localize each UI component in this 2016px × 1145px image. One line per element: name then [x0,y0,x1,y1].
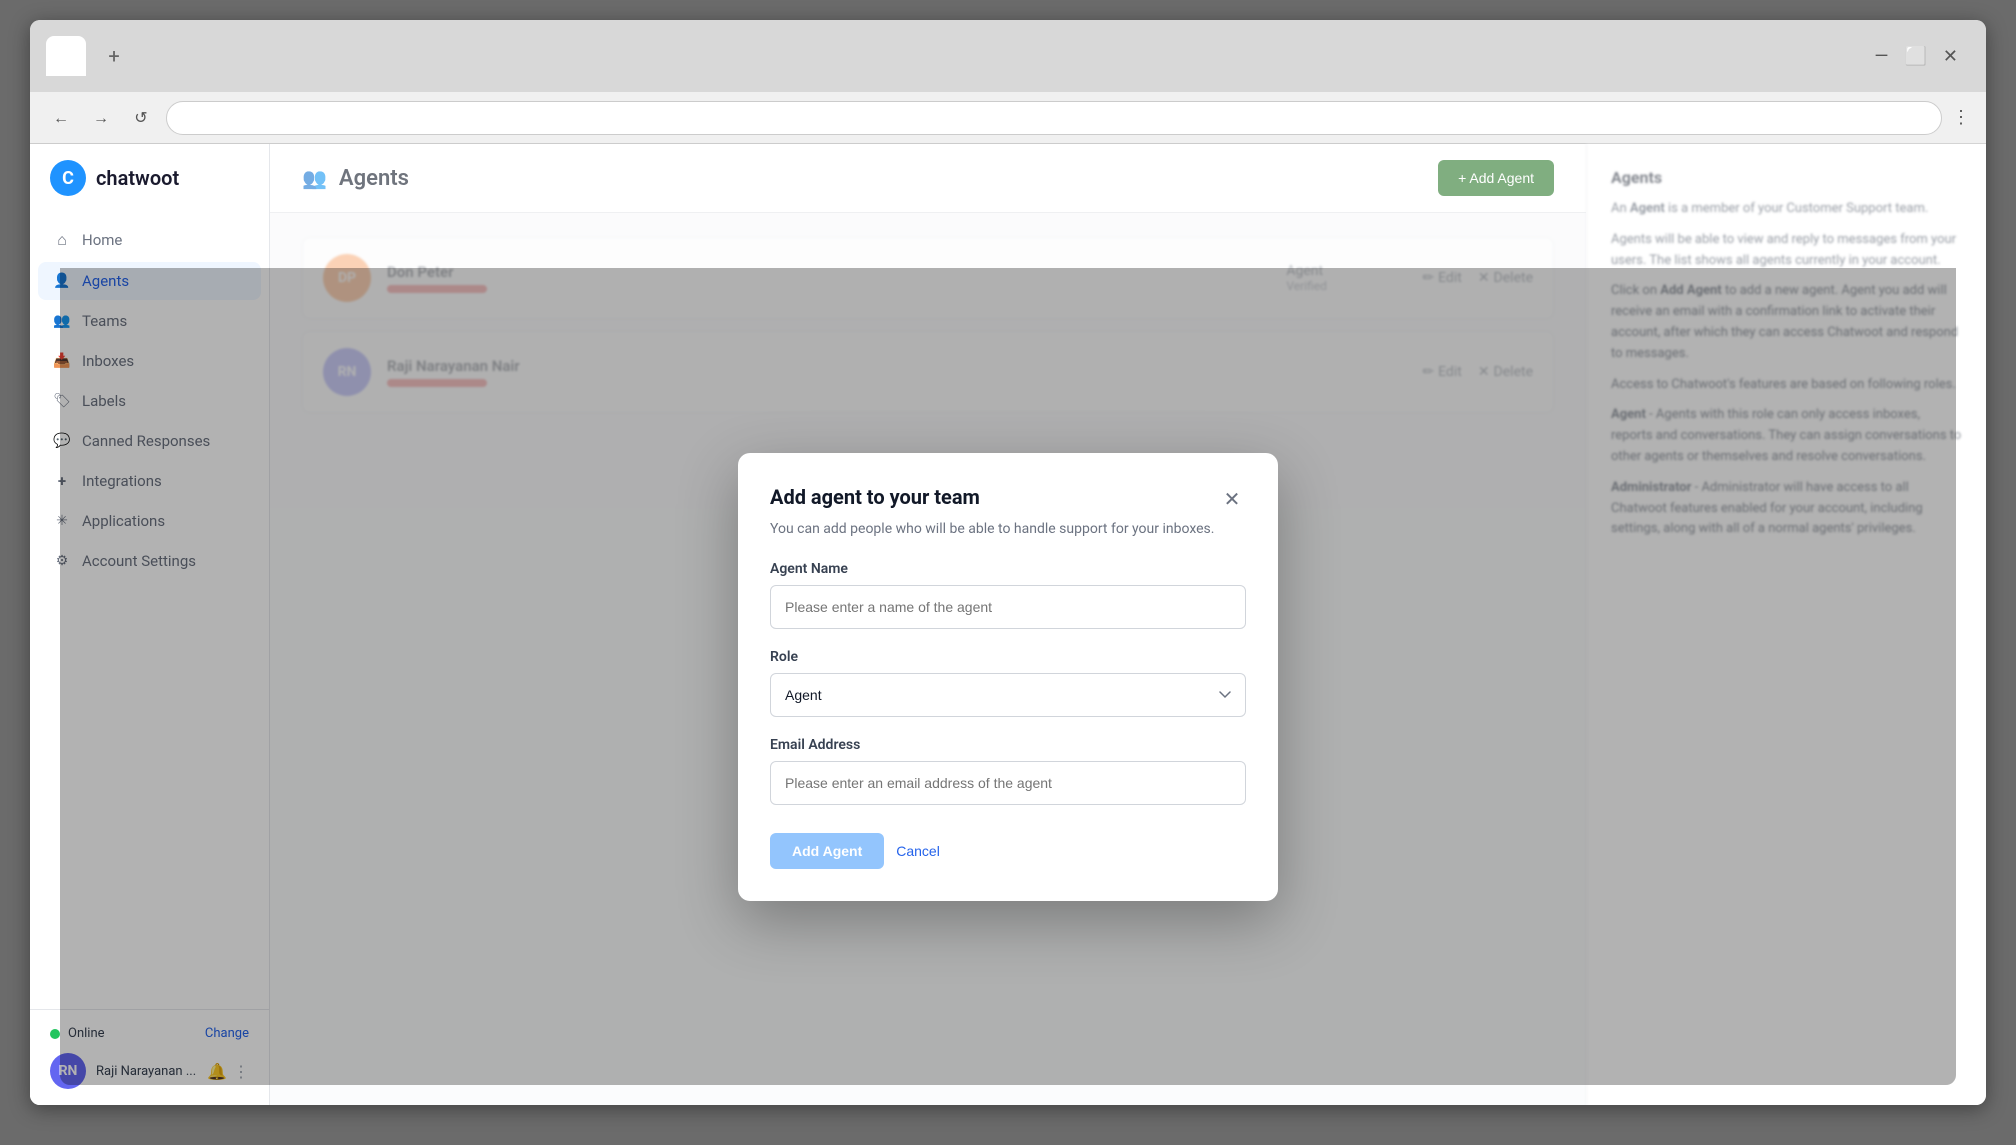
add-tab-button[interactable]: + [98,40,130,72]
browser-toolbar: ← → ↺ ⋮ [30,92,1986,144]
home-icon: ⌂ [52,230,72,250]
maximize-icon[interactable]: ⬜ [1904,46,1926,67]
back-button[interactable]: ← [46,103,76,133]
modal-title: Add agent to your team [770,485,980,509]
page-title: Agents [339,166,409,191]
status-dot [50,1029,60,1039]
panel-text-2: Agents will be able to view and reply to… [1611,230,1962,272]
agent-name-input[interactable] [770,585,1246,629]
email-label: Email Address [770,737,1246,753]
role-select[interactable]: Agent Administrator [770,673,1246,717]
agent-name-group: Agent Name [770,561,1246,629]
modal-subtitle: You can add people who will be able to h… [770,521,1246,537]
page-title-area: 👥 Agents [302,166,409,191]
browser-menu-button[interactable]: ⋮ [1952,107,1970,128]
email-input[interactable] [770,761,1246,805]
browser-tab[interactable] [46,36,86,76]
modal-close-button[interactable]: ✕ [1218,485,1246,513]
modal-add-agent-button[interactable]: Add Agent [770,833,884,869]
refresh-button[interactable]: ↺ [126,103,156,133]
role-label: Role [770,649,1246,665]
modal-overlay: Add agent to your team ✕ You can add peo… [60,268,1956,1085]
panel-text-1: An Agent is a member of your Customer Su… [1611,199,1962,220]
modal-actions: Add Agent Cancel [770,833,1246,869]
agent-name-label: Agent Name [770,561,1246,577]
minimize-icon[interactable]: — [1874,46,1888,67]
modal-header: Add agent to your team ✕ [770,485,1246,513]
address-bar[interactable] [166,101,1942,135]
forward-button[interactable]: → [86,103,116,133]
close-icon[interactable]: ✕ [1943,46,1958,67]
modal-cancel-button[interactable]: Cancel [896,843,940,859]
logo-icon: C [50,160,86,196]
modal-dialog: Add agent to your team ✕ You can add peo… [738,453,1278,901]
logo: C chatwoot [30,160,269,220]
logo-text: chatwoot [96,166,179,190]
add-agent-header-button[interactable]: + Add Agent [1438,160,1554,196]
email-group: Email Address [770,737,1246,805]
page-header: 👥 Agents + Add Agent [270,144,1586,213]
role-group: Role Agent Administrator [770,649,1246,717]
page-icon: 👥 [302,166,327,190]
panel-title: Agents [1611,168,1962,187]
sidebar-item-home[interactable]: ⌂ Home [38,220,261,260]
browser-titlebar: + — ⬜ ✕ [30,20,1986,92]
